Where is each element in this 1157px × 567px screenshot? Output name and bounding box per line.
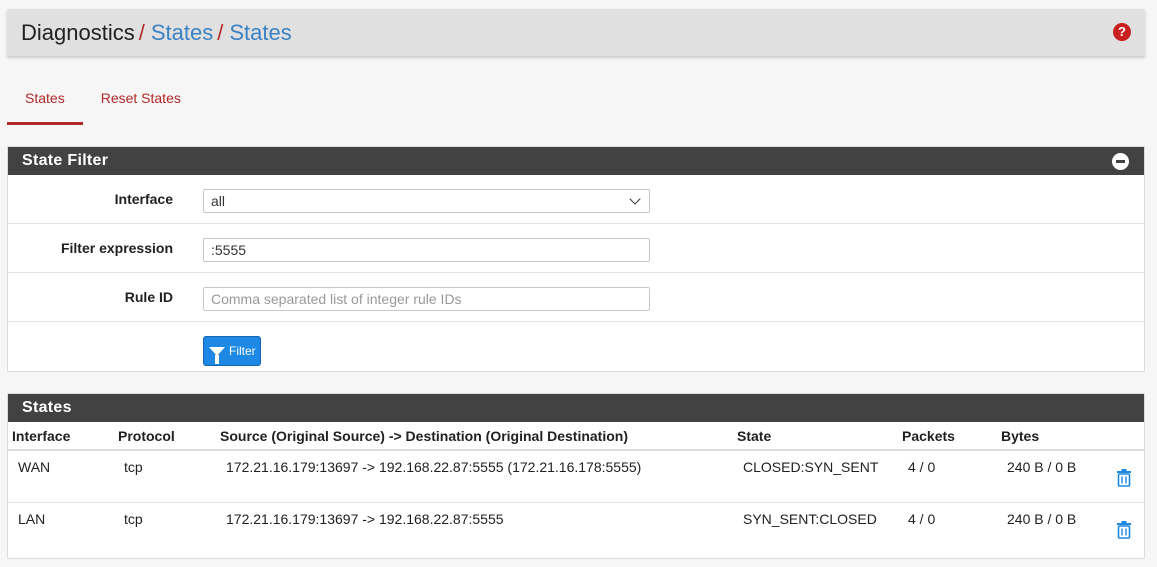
column-header[interactable]: Packets [898, 422, 997, 451]
cell-actions [1102, 450, 1144, 503]
states-panel: States Interface Protocol Source (Origin… [7, 393, 1145, 559]
interface-row: Interface all [8, 175, 1144, 224]
filter-button-row: Filter [8, 322, 1144, 372]
column-header[interactable]: Protocol [114, 422, 216, 451]
breadcrumb-states-current[interactable]: States [229, 20, 291, 46]
tab-states[interactable]: States [7, 78, 83, 125]
rule-id-row: Rule ID [8, 273, 1144, 322]
filter-expression-input[interactable] [203, 238, 650, 262]
table-row: WAN tcp 172.21.16.179:13697 -> 192.168.2… [8, 450, 1144, 503]
page-header: Diagnostics / States / States ? [7, 9, 1145, 56]
question-icon[interactable]: ? [1113, 23, 1131, 41]
states-header: States [8, 394, 1144, 422]
filter-button[interactable]: Filter [203, 336, 261, 366]
table-row: LAN tcp 172.21.16.179:13697 -> 192.168.2… [8, 502, 1144, 554]
cell-connection: 172.21.16.179:13697 -> 192.168.22.87:555… [226, 510, 504, 527]
interface-select[interactable]: all [203, 189, 650, 213]
chevron-down-icon [629, 193, 641, 205]
cell-state: CLOSED:SYN_SENT [733, 450, 898, 503]
cell-packets: 4 / 0 [898, 450, 997, 503]
filter-expression-row: Filter expression [8, 224, 1144, 273]
column-header[interactable]: Bytes [997, 422, 1102, 451]
breadcrumb-diagnostics: Diagnostics [21, 19, 135, 45]
funnel-icon [209, 346, 225, 364]
tab-bar: States Reset States [7, 78, 199, 125]
filter-button-label: Filter [229, 344, 256, 358]
interface-select-value: all [211, 193, 226, 209]
tab-reset-states[interactable]: Reset States [83, 78, 199, 125]
cell-protocol: tcp [124, 510, 143, 527]
trash-icon[interactable] [1116, 469, 1132, 487]
rule-id-label: Rule ID [124, 289, 173, 305]
filter-expression-label: Filter expression [60, 240, 173, 256]
cell-interface: LAN [18, 510, 46, 527]
breadcrumb-separator: / [138, 19, 145, 45]
cell-interface: WAN [8, 450, 114, 503]
cell-protocol: tcp [114, 450, 216, 503]
minus-circle-icon[interactable] [1112, 153, 1129, 170]
cell-bytes: 240 B / 0 B [1007, 510, 1077, 527]
state-filter-header: State Filter [8, 147, 1144, 175]
state-filter-panel: State Filter Interface all Filter expres… [7, 146, 1145, 372]
breadcrumb-states-link[interactable]: States [151, 20, 213, 46]
trash-icon[interactable] [1116, 520, 1132, 539]
rule-id-input[interactable] [203, 287, 650, 311]
column-header[interactable]: State [733, 422, 898, 451]
table-header-row: Interface Protocol Source (Original Sour… [8, 422, 1144, 451]
column-header[interactable]: Source (Original Source) -> Destination … [216, 422, 733, 451]
cell-connection: 172.21.16.179:13697 -> 192.168.22.87:555… [216, 450, 733, 503]
cell-bytes: 240 B / 0 B [997, 450, 1102, 503]
panel-title: State Filter [22, 152, 109, 169]
panel-title: States [22, 399, 72, 416]
column-header[interactable]: Interface [8, 422, 114, 451]
cell-packets: 4 / 0 [908, 510, 936, 527]
states-table: Interface Protocol Source (Original Sour… [8, 422, 1144, 554]
actions-column-header [1102, 422, 1144, 451]
breadcrumb-separator: / [217, 19, 224, 45]
cell-state: SYN_SENT:CLOSED [743, 510, 877, 527]
cell-actions [1102, 502, 1144, 554]
interface-label: Interface [114, 191, 173, 207]
